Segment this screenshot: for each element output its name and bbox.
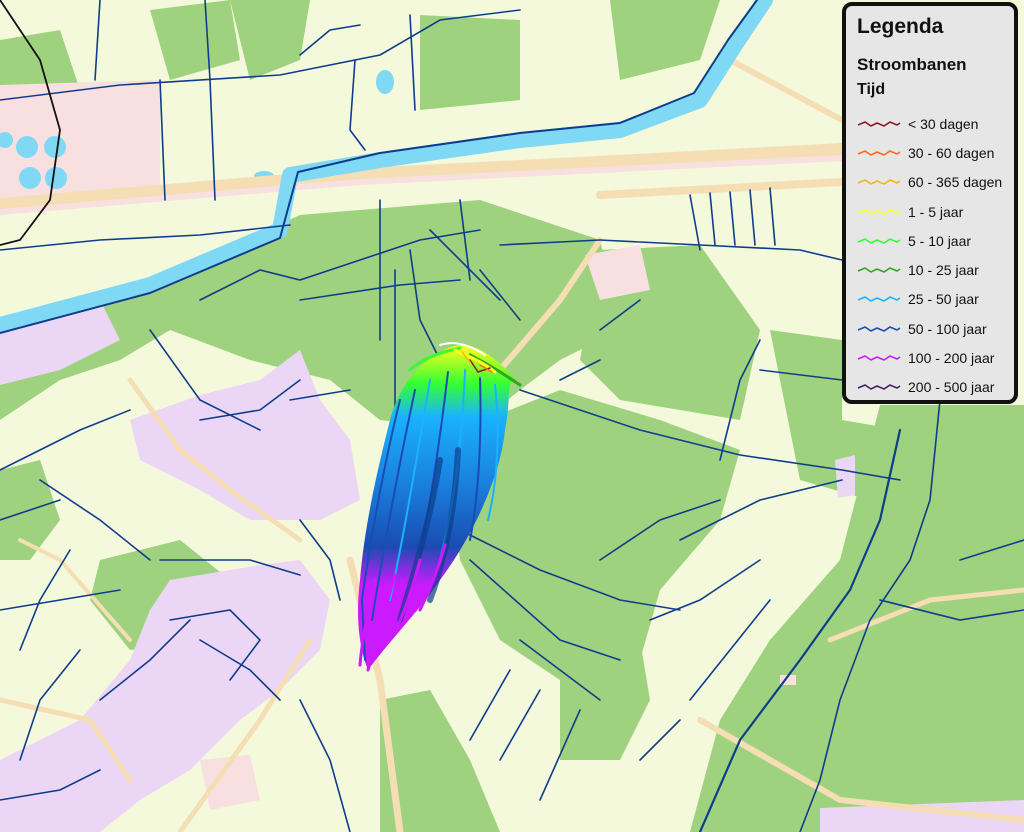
legend-item-label: 10 - 25 jaar [908, 262, 979, 279]
legend-item-label: < 30 dagen [908, 115, 979, 132]
legend-swatch-icon [857, 179, 901, 186]
legend-item-label: 25 - 50 jaar [908, 291, 979, 308]
legend-item: 5 - 10 jaar [857, 226, 1014, 255]
legend-item: 25 - 50 jaar [857, 285, 1014, 314]
legend-subtitle: Stroombanen [857, 55, 967, 74]
legend-item-label: 1 - 5 jaar [908, 203, 964, 220]
legend-item-label: 5 - 10 jaar [908, 232, 972, 249]
legend-item: 30 - 60 dagen [857, 138, 1014, 167]
legend-item-label: 30 - 60 dagen [908, 144, 995, 161]
legend-item-label: 200 - 500 jaar [908, 379, 995, 396]
legend-item: 50 - 100 jaar [857, 314, 1014, 343]
legend-title: Legenda [857, 15, 944, 38]
legend-item: 60 - 365 dagen [857, 168, 1014, 197]
legend-item: 10 - 25 jaar [857, 255, 1014, 284]
legend-panel: Legenda Stroombanen Tijd < 30 dagen 30 -… [842, 2, 1018, 404]
legend-group-label: Tijd [857, 81, 886, 98]
legend-swatch-icon [857, 296, 901, 303]
legend-item-label: 50 - 100 jaar [908, 320, 987, 337]
legend-item: 200 - 500 jaar [857, 373, 1014, 402]
legend-swatch-icon [857, 355, 901, 361]
legend-swatch-icon [857, 208, 901, 215]
legend-swatch-icon [857, 150, 901, 156]
legend-item-label: 100 - 200 jaar [908, 350, 995, 367]
legend-item: 100 - 200 jaar [857, 343, 1014, 372]
legend-swatch-icon [857, 384, 901, 391]
legend-swatch-icon [857, 267, 901, 274]
legend-swatch-icon [857, 120, 901, 127]
legend-swatch-icon [857, 325, 901, 332]
legend-item: 1 - 5 jaar [857, 197, 1014, 226]
legend-swatch-icon [857, 237, 901, 244]
legend-item: < 30 dagen [857, 109, 1014, 138]
legend-list: < 30 dagen 30 - 60 dagen 60 - 365 dagen … [857, 109, 1014, 402]
legend-item-label: 60 - 365 dagen [908, 174, 1003, 191]
